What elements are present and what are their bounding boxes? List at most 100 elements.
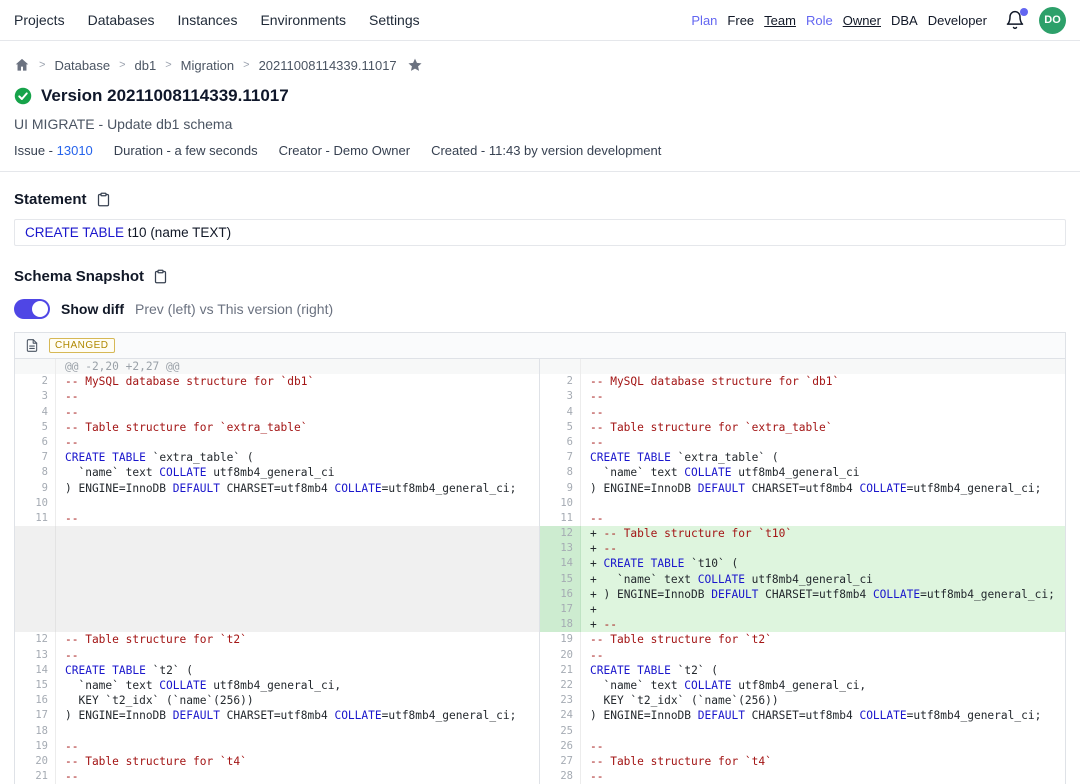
sql-comment: -- MySQL database structure for `db1` [65, 375, 314, 388]
option-team[interactable]: Team [764, 13, 796, 28]
breadcrumb-separator: > [243, 59, 249, 71]
show-diff-row: Show diff Prev (left) vs This version (r… [0, 294, 1080, 332]
line-content: -- [56, 511, 539, 526]
sql-comment: -- Table structure for `t2` [65, 633, 247, 646]
nav-link-environments[interactable]: Environments [260, 12, 346, 28]
line-number [15, 572, 56, 587]
breadcrumb-item[interactable]: db1 [135, 58, 157, 73]
option-developer[interactable]: Developer [928, 13, 987, 28]
line-content [56, 617, 539, 632]
breadcrumb-item[interactable]: Migration [181, 58, 234, 73]
line-content: -- [56, 648, 539, 663]
line-content: `name` text COLLATE utf8mb4_general_ci [581, 465, 1065, 480]
meta-row: Issue - 13010Duration - a few secondsCre… [0, 132, 1080, 171]
line-number: 20 [15, 754, 56, 769]
line-number: 13 [15, 648, 56, 663]
diff-row [15, 556, 539, 571]
notification-bell-button[interactable] [1005, 10, 1025, 30]
line-number: 16 [15, 693, 56, 708]
sql-keyword: CREATE [590, 664, 630, 677]
line-number: 3 [540, 389, 581, 404]
breadcrumb-separator: > [119, 59, 125, 71]
line-number: 7 [15, 450, 56, 465]
sql-text: `t2` ( [671, 664, 718, 677]
schema-diff-viewer: CHANGED @@ -2,20 +2,27 @@2-- MySQL datab… [14, 332, 1066, 784]
sql-text: =utf8mb4_general_ci; [920, 588, 1055, 601]
diff-row: 3 -- [540, 389, 1065, 404]
statement-code: CREATE TABLE t10 (name TEXT) [14, 219, 1066, 246]
avatar[interactable]: DO [1039, 7, 1066, 34]
sql-text: utf8mb4_general_ci [745, 573, 873, 586]
sql-keyword: COLLATE [159, 679, 206, 692]
sql-text: =utf8mb4_general_ci; [382, 482, 517, 495]
sql-text [644, 557, 651, 570]
line-content: -- [56, 769, 539, 784]
meta-item: Creator - Demo Owner [279, 143, 410, 158]
sql-text: `extra_table` ( [671, 451, 779, 464]
line-content [56, 541, 539, 556]
line-content: -- Table structure for `extra_table` [581, 420, 1065, 435]
sql-text: ) ENGINE=InnoDB [603, 588, 711, 601]
option-owner[interactable]: Owner [843, 13, 881, 28]
line-number: 21 [540, 663, 581, 678]
added-line-marker: + [590, 527, 603, 540]
issue-link[interactable]: 13010 [57, 143, 93, 158]
line-content: `name` text COLLATE utf8mb4_general_ci [56, 465, 539, 480]
sql-keyword: COLLATE [873, 588, 920, 601]
diff-body: @@ -2,20 +2,27 @@2-- MySQL database stru… [15, 358, 1065, 784]
diff-row [15, 541, 539, 556]
sql-text: ) ENGINE=InnoDB [65, 709, 173, 722]
nav-link-instances[interactable]: Instances [178, 12, 238, 28]
line-content: + CREATE TABLE `t10` ( [581, 556, 1065, 571]
diff-row: 19-- [15, 739, 539, 754]
diff-row [15, 617, 539, 632]
home-icon[interactable] [14, 57, 30, 73]
line-number [540, 359, 581, 374]
diff-row: 9) ENGINE=InnoDB DEFAULT CHARSET=utf8mb4… [540, 481, 1065, 496]
diff-row: 7CREATE TABLE `extra_table` ( [540, 450, 1065, 465]
sql-text: `t10` ( [684, 557, 738, 570]
breadcrumb-item[interactable]: Database [54, 58, 110, 73]
diff-row: 7CREATE TABLE `extra_table` ( [15, 450, 539, 465]
diff-row: 20-- Table structure for `t4` [15, 754, 539, 769]
nav-link-projects[interactable]: Projects [14, 12, 65, 28]
clipboard-icon [96, 192, 111, 207]
version-header: Version 20211008114339.11017 [0, 73, 1080, 106]
sql-comment: -- [65, 770, 78, 783]
sql-text: `t2` ( [146, 664, 193, 677]
sql-comment: -- MySQL database structure for `db1` [590, 375, 839, 388]
nav-link-databases[interactable]: Databases [88, 12, 155, 28]
show-diff-toggle[interactable] [14, 299, 50, 319]
diff-row: 2-- MySQL database structure for `db1` [15, 374, 539, 389]
statement-heading: Statement [14, 191, 87, 208]
statement-section-head: Statement [0, 172, 1080, 217]
diff-row: 16 KEY `t2_idx` (`name`(256)) [15, 693, 539, 708]
toggle-knob [32, 301, 48, 317]
option-free[interactable]: Free [727, 13, 754, 28]
diff-row: 27-- Table structure for `t4` [540, 754, 1065, 769]
copy-statement-button[interactable] [96, 192, 111, 207]
option-dba[interactable]: DBA [891, 13, 918, 28]
sql-comment: -- Table structure for `t10` [603, 527, 792, 540]
line-number [15, 602, 56, 617]
line-content [581, 496, 1065, 511]
copy-snapshot-button[interactable] [153, 269, 168, 284]
sql-keyword: TABLE [651, 557, 685, 570]
sql-comment: -- [590, 390, 603, 403]
added-line-marker: + [590, 573, 603, 586]
sql-text: utf8mb4_general_ci, [206, 679, 341, 692]
sql-keyword: TABLE [112, 664, 146, 677]
diff-row: 4-- [540, 405, 1065, 420]
sql-comment: -- [65, 390, 78, 403]
line-number: 28 [540, 769, 581, 784]
star-icon[interactable] [407, 57, 423, 73]
clipboard-icon [153, 269, 168, 284]
breadcrumb-item[interactable]: 20211008114339.11017 [259, 58, 397, 73]
file-icon [25, 338, 39, 353]
line-content [56, 572, 539, 587]
line-number: 9 [15, 481, 56, 496]
sql-text: utf8mb4_general_ci, [731, 679, 866, 692]
nav-link-settings[interactable]: Settings [369, 12, 420, 28]
line-number: 8 [15, 465, 56, 480]
breadcrumb: >Database>db1>Migration>20211008114339.1… [0, 41, 1080, 73]
